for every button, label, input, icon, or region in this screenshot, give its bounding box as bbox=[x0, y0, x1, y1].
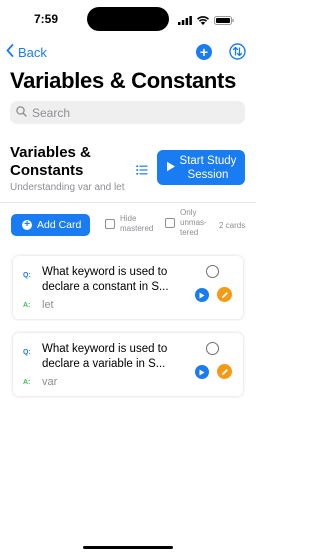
only-unmastered-toggle[interactable]: Only unmas-tered bbox=[165, 208, 210, 238]
search-bar[interactable] bbox=[10, 101, 245, 124]
signal-icon bbox=[178, 12, 192, 30]
home-indicator[interactable] bbox=[83, 546, 173, 549]
hide-mastered-toggle[interactable]: Hide mastered bbox=[105, 214, 158, 234]
page-title: Variables & Constants bbox=[10, 68, 237, 93]
navigation-bar: Back + bbox=[0, 40, 256, 64]
add-button[interactable]: + bbox=[196, 44, 212, 60]
plus-circle-icon: + bbox=[199, 44, 209, 60]
answer-marker: A: bbox=[23, 379, 31, 386]
deck-subtitle: Understanding var and let bbox=[10, 182, 125, 193]
question-marker: Q: bbox=[23, 349, 31, 356]
card-count: 2 cards bbox=[219, 221, 246, 230]
edit-card-button[interactable] bbox=[217, 364, 232, 379]
pencil-icon bbox=[221, 286, 229, 304]
pencil-icon bbox=[221, 363, 229, 381]
back-button[interactable]: Back bbox=[6, 44, 47, 60]
hide-mastered-label: Hide mastered bbox=[120, 214, 154, 233]
only-unmastered-checkbox[interactable] bbox=[165, 218, 175, 228]
add-card-label: Add Card bbox=[37, 219, 82, 231]
flashcard[interactable]: Q: What keyword is used to declare a var… bbox=[13, 333, 243, 396]
wifi-icon bbox=[197, 12, 209, 30]
plus-circle-icon: + bbox=[22, 220, 32, 230]
mastered-toggle[interactable] bbox=[206, 342, 219, 355]
battery-icon bbox=[214, 12, 234, 30]
card-question: What keyword is used to declare a consta… bbox=[42, 266, 169, 293]
search-icon bbox=[16, 104, 27, 122]
status-icons bbox=[178, 12, 234, 30]
play-icon bbox=[199, 286, 205, 304]
swap-icon bbox=[229, 43, 246, 64]
list-icon bbox=[136, 162, 148, 179]
question-marker: Q: bbox=[23, 272, 31, 279]
card-answer: var bbox=[42, 376, 58, 388]
play-icon bbox=[166, 159, 176, 177]
start-study-session-label: Start Study Session bbox=[179, 154, 237, 181]
play-card-button[interactable] bbox=[195, 365, 209, 379]
list-button[interactable] bbox=[136, 162, 148, 180]
dynamic-island bbox=[87, 7, 169, 31]
edit-card-button[interactable] bbox=[217, 287, 232, 302]
back-label: Back bbox=[18, 44, 47, 60]
answer-marker: A: bbox=[23, 302, 31, 309]
only-unmastered-label: Only unmas-tered bbox=[180, 208, 207, 237]
search-input[interactable] bbox=[32, 105, 232, 120]
chevron-left-icon bbox=[6, 44, 18, 60]
deck-title: Variables & Constants bbox=[10, 144, 91, 179]
play-icon bbox=[199, 363, 205, 381]
status-bar: 7:59 bbox=[0, 0, 256, 38]
flashcard[interactable]: Q: What keyword is used to declare a con… bbox=[13, 256, 243, 319]
swap-button[interactable] bbox=[229, 43, 246, 65]
mastered-toggle[interactable] bbox=[206, 265, 219, 278]
start-study-session-button[interactable]: Start Study Session bbox=[157, 150, 245, 185]
card-answer: let bbox=[42, 299, 54, 311]
hide-mastered-checkbox[interactable] bbox=[105, 219, 115, 229]
card-question: What keyword is used to declare a variab… bbox=[42, 343, 168, 370]
divider bbox=[0, 202, 256, 203]
add-card-button[interactable]: + Add Card bbox=[11, 214, 90, 236]
status-time: 7:59 bbox=[34, 12, 59, 26]
play-card-button[interactable] bbox=[195, 288, 209, 302]
